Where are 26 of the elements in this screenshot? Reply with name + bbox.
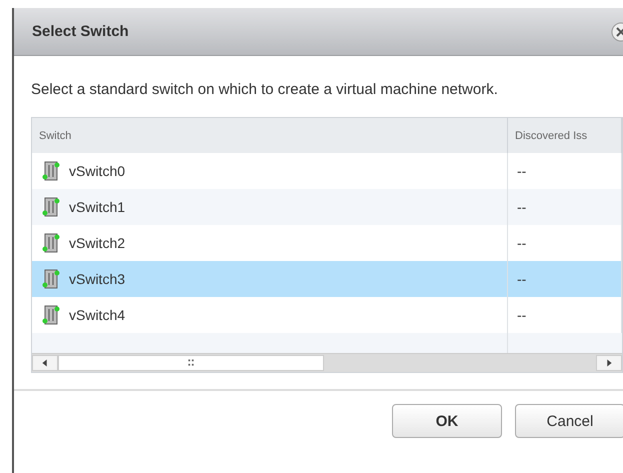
switch-icon: [41, 304, 61, 326]
switch-name: vSwitch0: [69, 163, 126, 179]
switch-name: vSwitch2: [69, 235, 126, 251]
scroll-left-icon[interactable]: [32, 355, 58, 371]
switch-icon: [41, 232, 61, 254]
switch-icon: [41, 196, 61, 218]
issues-cell: --: [517, 199, 526, 215]
switch-name: vSwitch3: [69, 271, 126, 287]
description-text: Select a standard switch on which to create a virtual machine network.: [31, 80, 499, 100]
switch-name: vSwitch1: [69, 199, 126, 215]
close-icon[interactable]: [609, 22, 623, 42]
cancel-button[interactable]: Cancel: [515, 404, 623, 438]
switch-icon: [41, 268, 61, 290]
issues-cell: --: [517, 163, 526, 179]
switch-icon: [41, 160, 61, 182]
issues-cell: --: [517, 307, 526, 323]
column-header[interactable]: Discovered Iss: [508, 118, 622, 154]
issues-cell: --: [517, 271, 526, 287]
dialog-title: Select Switch: [32, 23, 129, 40]
column-header[interactable]: Switch: [32, 118, 508, 154]
scroll-thumb[interactable]: [58, 355, 324, 371]
horizontal-scrollbar[interactable]: [32, 353, 622, 372]
switch-name: vSwitch4: [69, 307, 126, 323]
scroll-right-icon[interactable]: [596, 355, 622, 371]
ok-button[interactable]: OK: [392, 404, 502, 438]
issues-cell: --: [517, 235, 526, 251]
